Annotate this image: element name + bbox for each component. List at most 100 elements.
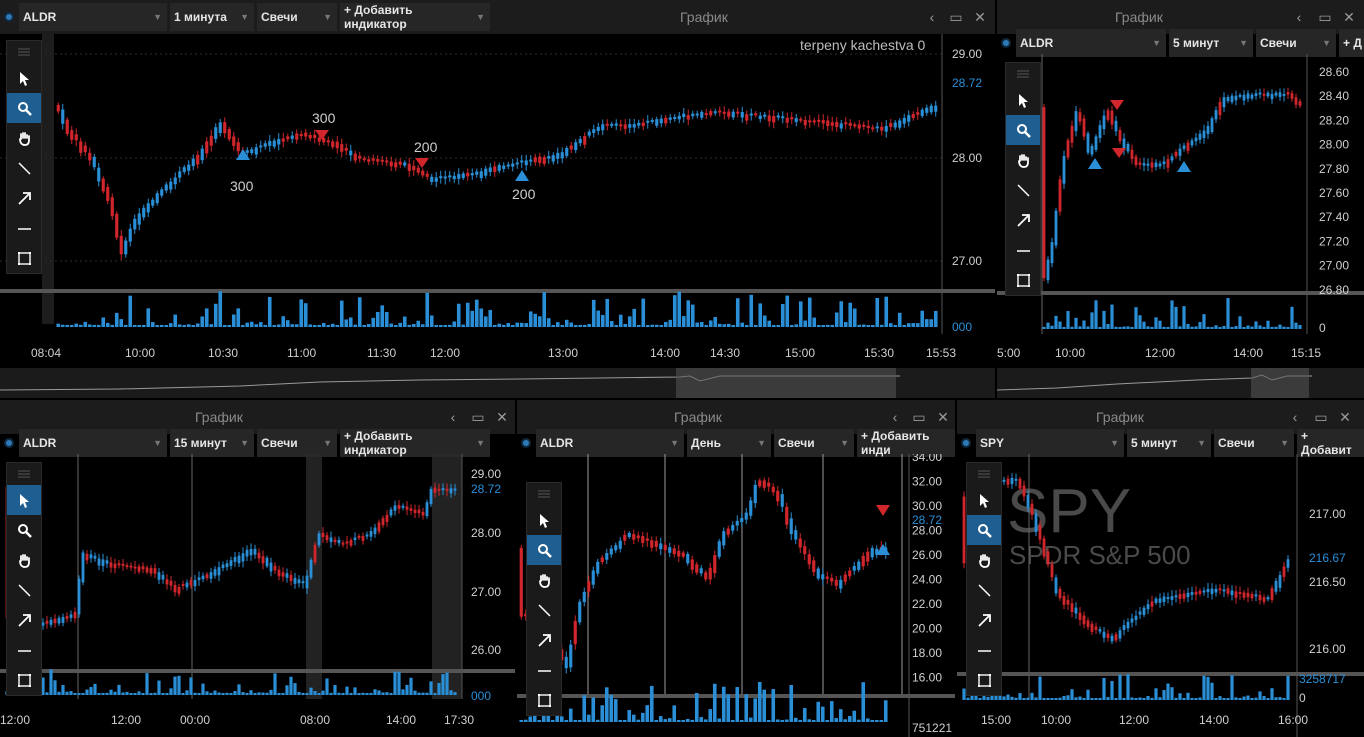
cursor-arrow-icon[interactable] (527, 505, 561, 535)
pane-divider[interactable] (0, 669, 515, 673)
navigator-strip[interactable] (0, 368, 995, 398)
hand-pan-icon[interactable] (7, 545, 41, 575)
cursor-arrow-icon[interactable] (7, 485, 41, 515)
interval-select[interactable]: 1 минута ▼ (170, 3, 254, 31)
rectangle-icon[interactable] (7, 243, 41, 273)
prev-icon[interactable]: ‹ (922, 0, 942, 34)
close-icon[interactable]: ✕ (970, 0, 990, 34)
horizontal-line-icon[interactable] (7, 635, 41, 665)
symbol-select[interactable]: ALDR ▼ (536, 429, 684, 457)
price-chart[interactable]: SPY SPDR S&P 500 217.00 216.50 216.00 21… (957, 454, 1364, 737)
chart-type-select[interactable]: Свечи ▼ (1214, 429, 1294, 457)
hand-pan-icon[interactable] (527, 565, 561, 595)
volume-bar (501, 324, 506, 327)
volume-bar (96, 324, 101, 327)
navigator-window[interactable] (1251, 368, 1309, 398)
chart-type-select[interactable]: Свечи ▼ (257, 3, 337, 31)
add-indicator-button[interactable]: + Добавит (1297, 429, 1364, 457)
arrow-tool-icon[interactable] (7, 605, 41, 635)
candle (1066, 140, 1070, 158)
drag-handle-icon[interactable] (527, 483, 561, 505)
volume-bar (1274, 326, 1278, 329)
arrow-tool-icon[interactable] (1006, 205, 1040, 235)
volume-bar (1178, 326, 1182, 329)
symbol-select[interactable]: ALDR ▼ (1016, 29, 1166, 57)
add-indicator-button[interactable]: + Добавить индикатор ▼ (340, 3, 490, 31)
search-zoom-icon[interactable] (7, 515, 41, 545)
maximize-icon[interactable]: ▭ (946, 0, 966, 34)
cursor-arrow-icon[interactable] (967, 485, 1001, 515)
search-zoom-icon[interactable] (527, 535, 561, 565)
drag-handle-icon[interactable] (7, 41, 41, 63)
cursor-arrow-icon[interactable] (1006, 85, 1040, 115)
horizontal-line-icon[interactable] (967, 635, 1001, 665)
candle (731, 111, 735, 118)
rectangle-icon[interactable] (967, 665, 1001, 695)
price-chart[interactable]: 29.00 28.00 27.00 26.00 28.72 000 12:00 … (0, 454, 515, 737)
drag-handle-icon[interactable] (1006, 63, 1040, 85)
hand-pan-icon[interactable] (1006, 145, 1040, 175)
search-zoom-icon[interactable] (967, 515, 1001, 545)
pane-divider[interactable] (0, 289, 995, 293)
close-icon[interactable]: ✕ (492, 400, 512, 434)
cursor-arrow-icon[interactable] (7, 63, 41, 93)
symbol-select[interactable]: SPY ▼ (976, 429, 1124, 457)
hand-pan-icon[interactable] (7, 123, 41, 153)
price-chart[interactable]: 29.00 28.00 27.00 28.72 000 terpeny kach… (0, 34, 995, 398)
candle (1186, 592, 1190, 598)
chart-type-select[interactable]: Свечи ▼ (774, 429, 854, 457)
symbol-select[interactable]: ALDR ▼ (19, 3, 167, 31)
pane-divider[interactable] (997, 291, 1364, 295)
drag-handle-icon[interactable] (967, 463, 1001, 485)
search-zoom-icon[interactable] (1006, 115, 1040, 145)
arrow-tool-icon[interactable] (967, 605, 1001, 635)
arrow-tool-icon[interactable] (527, 625, 561, 655)
rectangle-icon[interactable] (7, 665, 41, 695)
rectangle-icon[interactable] (527, 685, 561, 715)
interval-select[interactable]: 5 минут ▼ (1169, 29, 1253, 57)
interval-select[interactable]: День ▼ (687, 429, 771, 457)
price-chart[interactable]: 28.60 28.40 28.20 28.00 27.80 27.60 27.40 27.20… (997, 54, 1364, 398)
link-icon[interactable] (999, 36, 1013, 50)
link-icon[interactable] (519, 436, 533, 450)
rectangle-icon[interactable] (1006, 265, 1040, 295)
drag-handle-icon[interactable] (7, 463, 41, 485)
candle (763, 114, 767, 117)
horizontal-line-icon[interactable] (1006, 235, 1040, 265)
chart-type-select[interactable]: Свечи ▼ (257, 429, 337, 457)
add-indicator-button[interactable]: + Д (1339, 29, 1364, 57)
link-icon[interactable] (959, 436, 973, 450)
link-icon[interactable] (2, 436, 16, 450)
candle (542, 157, 546, 164)
volume-bar (524, 323, 529, 327)
navigator-window[interactable] (676, 368, 896, 398)
hand-pan-icon[interactable] (967, 545, 1001, 575)
link-icon[interactable] (2, 10, 16, 24)
arrow-tool-icon[interactable] (7, 183, 41, 213)
line-tool-icon[interactable] (7, 153, 41, 183)
volume-bar (613, 699, 618, 722)
volume-bar (1222, 698, 1226, 700)
volume-bar (325, 678, 329, 695)
interval-select[interactable]: 5 минут ▼ (1127, 429, 1211, 457)
volume-bar (915, 323, 920, 327)
line-tool-icon[interactable] (967, 575, 1001, 605)
candle (569, 644, 573, 668)
navigator-strip[interactable] (997, 368, 1364, 398)
search-zoom-icon[interactable] (7, 93, 41, 123)
line-tool-icon[interactable] (7, 575, 41, 605)
line-tool-icon[interactable] (527, 595, 561, 625)
line-tool-icon[interactable] (1006, 175, 1040, 205)
volume-bar (389, 323, 394, 327)
interval-select[interactable]: 15 минут ▼ (170, 429, 254, 457)
horizontal-line-icon[interactable] (7, 213, 41, 243)
candle (254, 147, 258, 155)
horizontal-line-icon[interactable] (527, 655, 561, 685)
chart-type-select[interactable]: Свечи ▼ (1256, 29, 1336, 57)
candle (781, 116, 785, 119)
add-indicator-button[interactable]: + Добавить индикатор ▼ (340, 429, 490, 457)
symbol-select[interactable]: ALDR ▼ (19, 429, 167, 457)
volume-bar (569, 322, 574, 327)
price-chart[interactable]: 34.0032.0030.0028.0026.0024.0022.0020.00… (517, 454, 955, 737)
add-indicator-button[interactable]: + Добавить инди (857, 429, 955, 457)
